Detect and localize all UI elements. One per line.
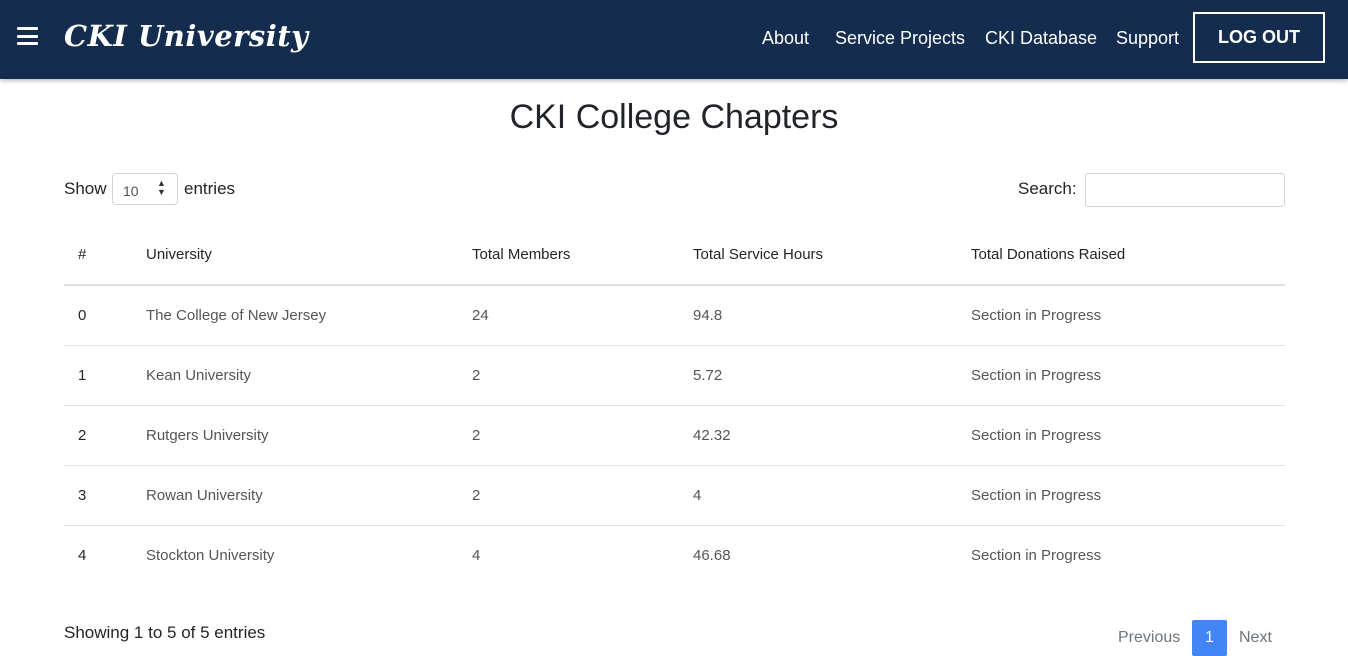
chapters-table: # University Total Members Total Service… [64,225,1285,585]
cell-total-donations: Section in Progress [971,345,1285,406]
cell-total-donations: Section in Progress [971,405,1285,466]
nav-link-about[interactable]: About [762,27,809,49]
cell-total-service-hours: 46.68 [693,547,731,564]
table-header-row: # University Total Members Total Service… [64,225,1285,286]
next-page-button[interactable]: Next [1239,620,1272,656]
page-length-value: 10 [123,183,139,199]
brand-logo[interactable]: CKI University [64,14,309,58]
cell-index: 2 [64,405,146,466]
table-row: 3 Rowan University 2 4 Section in Progre… [64,465,1285,526]
cell-total-members: 4 [472,547,481,564]
nav-link-service-projects[interactable]: Service Projects [835,27,965,49]
cell-index: 4 [78,547,87,564]
cell-total-members: 2 [472,465,693,526]
cell-total-service-hours: 42.32 [693,405,971,466]
table-row: 1 Kean University 2 5.72 Section in Prog… [64,345,1285,406]
cell-total-donations: Section in Progress [971,285,1285,346]
column-header-total-donations-raised[interactable]: Total Donations Raised [971,225,1285,286]
hamburger-menu-icon[interactable] [17,27,38,45]
cell-university: Rutgers University [146,405,472,466]
logout-button[interactable]: LOG OUT [1193,12,1325,63]
cell-university: The College of New Jersey [146,285,472,346]
entries-label: entries [184,179,236,198]
cell-total-service-hours: 94.8 [693,285,971,346]
column-header-university[interactable]: University [146,225,472,286]
cell-total-members: 2 [472,345,693,406]
table-row: 2 Rutgers University 2 42.32 Section in … [64,405,1285,466]
table-row: 0 The College of New Jersey 24 94.8 Sect… [64,285,1285,346]
cell-total-donations: Section in Progress [971,547,1102,564]
cell-total-service-hours: 4 [693,465,971,526]
cell-university: Rowan University [146,465,472,526]
cell-index: 3 [64,465,146,526]
cell-total-donations: Section in Progress [971,465,1285,526]
page-1-button[interactable]: 1 [1192,620,1227,656]
page-title: CKI College Chapters [509,98,839,136]
search-input[interactable] [1085,173,1285,207]
previous-page-button[interactable]: Previous [1118,620,1180,656]
nav-link-support[interactable]: Support [1116,27,1179,49]
sort-arrows-icon: ▲ ▼ [157,178,166,197]
cell-university: Kean University [146,345,472,406]
cell-index: 1 [64,345,146,406]
nav-link-cki-database[interactable]: CKI Database [985,27,1097,49]
cell-total-members: 2 [472,405,693,466]
column-header-total-service-hours[interactable]: Total Service Hours [693,225,971,286]
cell-total-members: 24 [472,285,693,346]
search-label: Search: [1018,179,1077,198]
show-label: Show [64,179,107,198]
table-info: Showing 1 to 5 of 5 entries [64,623,266,642]
cell-total-service-hours: 5.72 [693,345,971,406]
column-header-total-members[interactable]: Total Members [472,225,693,286]
top-navbar: CKI University About Service Projects CK… [0,0,1348,79]
page-length-select[interactable]: 10 ▲ ▼ [112,173,178,205]
column-header-index[interactable]: # [64,225,146,286]
table-row: 4 Stockton University 4 46.68 Section in… [64,526,1285,586]
cell-index: 0 [64,285,146,346]
cell-university: Stockton University [146,547,275,564]
